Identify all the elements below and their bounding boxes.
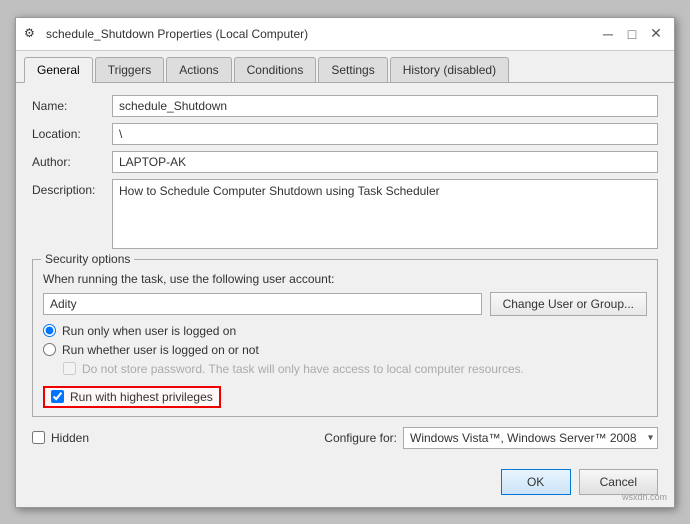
window-icon: ⚙ bbox=[24, 26, 40, 42]
no-store-password-checkbox[interactable] bbox=[63, 362, 76, 375]
radio-logged-on[interactable] bbox=[43, 324, 56, 337]
tab-conditions[interactable]: Conditions bbox=[234, 57, 317, 82]
run-highest-privileges-checkbox[interactable] bbox=[51, 390, 64, 403]
watermark: wsxdn.com bbox=[622, 492, 667, 502]
close-button[interactable]: ✕ bbox=[646, 24, 666, 44]
name-row: Name: bbox=[32, 95, 658, 117]
configure-for-select-wrapper: Windows Vista™, Windows Server™ 2008 bbox=[403, 427, 658, 449]
configure-for-label: Configure for: bbox=[324, 431, 397, 445]
radio-whether-label: Run whether user is logged on or not bbox=[62, 343, 259, 357]
security-section: Security options When running the task, … bbox=[32, 259, 658, 417]
security-section-title: Security options bbox=[41, 252, 134, 266]
author-input[interactable] bbox=[112, 151, 658, 173]
configure-for-select[interactable]: Windows Vista™, Windows Server™ 2008 bbox=[403, 427, 658, 449]
change-user-button[interactable]: Change User or Group... bbox=[490, 292, 647, 316]
location-label: Location: bbox=[32, 123, 112, 141]
no-store-password-label: Do not store password. The task will onl… bbox=[82, 362, 524, 376]
tab-actions[interactable]: Actions bbox=[166, 57, 231, 82]
radio-whether-row: Run whether user is logged on or not bbox=[43, 343, 647, 357]
window-title: schedule_Shutdown Properties (Local Comp… bbox=[46, 27, 308, 41]
description-input[interactable]: How to Schedule Computer Shutdown using … bbox=[112, 179, 658, 249]
description-row: Description: How to Schedule Computer Sh… bbox=[32, 179, 658, 249]
footer: OK Cancel bbox=[16, 461, 674, 507]
maximize-button[interactable]: □ bbox=[622, 24, 642, 44]
author-row: Author: bbox=[32, 151, 658, 173]
radio-logged-on-row: Run only when user is logged on bbox=[43, 324, 647, 338]
radio-logged-on-label: Run only when user is logged on bbox=[62, 324, 236, 338]
radio-whether-logged-on[interactable] bbox=[43, 343, 56, 356]
bottom-row: Hidden Configure for: Windows Vista™, Wi… bbox=[32, 427, 658, 449]
no-store-password-row: Do not store password. The task will onl… bbox=[63, 362, 647, 376]
location-row: Location: bbox=[32, 123, 658, 145]
hidden-label: Hidden bbox=[51, 431, 89, 445]
author-label: Author: bbox=[32, 151, 112, 169]
description-label: Description: bbox=[32, 179, 112, 197]
hidden-checkbox[interactable] bbox=[32, 431, 45, 444]
configure-for-row: Configure for: Windows Vista™, Windows S… bbox=[99, 427, 658, 449]
tab-general[interactable]: General bbox=[24, 57, 93, 83]
title-controls: ─ □ ✕ bbox=[598, 24, 666, 44]
tab-triggers[interactable]: Triggers bbox=[95, 57, 165, 82]
account-prompt: When running the task, use the following… bbox=[43, 272, 647, 286]
minimize-button[interactable]: ─ bbox=[598, 24, 618, 44]
ok-button[interactable]: OK bbox=[501, 469, 571, 495]
tabs-bar: General Triggers Actions Conditions Sett… bbox=[16, 51, 674, 83]
privileges-row: Run with highest privileges bbox=[43, 386, 221, 408]
location-input[interactable] bbox=[112, 123, 658, 145]
tab-history[interactable]: History (disabled) bbox=[390, 57, 509, 82]
content-area: Name: Location: Author: Description: How… bbox=[16, 83, 674, 461]
name-label: Name: bbox=[32, 95, 112, 113]
account-input[interactable] bbox=[43, 293, 482, 315]
name-input[interactable] bbox=[112, 95, 658, 117]
hidden-row: Hidden bbox=[32, 431, 89, 445]
title-bar: ⚙ schedule_Shutdown Properties (Local Co… bbox=[16, 18, 674, 51]
run-highest-privileges-label: Run with highest privileges bbox=[70, 390, 213, 404]
tab-settings[interactable]: Settings bbox=[318, 57, 387, 82]
account-row: Change User or Group... bbox=[43, 292, 647, 316]
